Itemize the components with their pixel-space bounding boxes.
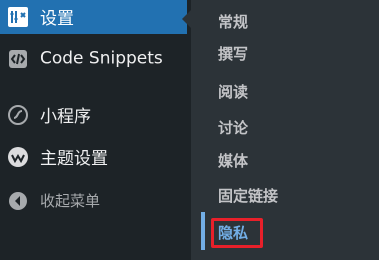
menu-label-settings: 设置	[40, 9, 74, 29]
collapse-icon	[9, 192, 27, 210]
menu-item-theme-settings[interactable]: 主题设置	[0, 140, 187, 174]
menu-label-theme-settings: 主题设置	[40, 149, 108, 169]
submenu-label-general: 常规	[218, 13, 249, 32]
admin-sidebar: 设置 Code Snippets 小程序 主题设置 收起菜单	[0, 0, 191, 260]
submenu-item-discussion[interactable]: 讨论	[191, 113, 379, 143]
settings-icon	[8, 7, 28, 27]
privacy-highlight-box	[211, 218, 263, 248]
menu-label-collapse: 收起菜单	[40, 192, 101, 211]
menu-item-code-snippets[interactable]: Code Snippets	[0, 42, 187, 76]
submenu-label-permalinks: 固定链接	[218, 187, 279, 206]
code-snippets-icon	[9, 50, 27, 68]
mini-program-icon	[8, 105, 28, 125]
submenu-label-reading: 阅读	[218, 83, 249, 102]
menu-label-code-snippets: Code Snippets	[40, 48, 163, 69]
settings-submenu: 常规 撰写 阅读 讨论 媒体 固定链接 隐私	[191, 0, 379, 260]
submenu-pointer	[182, 10, 191, 28]
submenu-item-media[interactable]: 媒体	[191, 146, 379, 176]
menu-item-mini-program[interactable]: 小程序	[0, 98, 187, 132]
submenu-item-permalinks[interactable]: 固定链接	[191, 181, 379, 211]
menu-label-mini-program: 小程序	[40, 107, 91, 127]
submenu-label-discussion: 讨论	[218, 119, 249, 138]
submenu-item-writing[interactable]: 撰写	[191, 39, 379, 69]
theme-settings-icon	[8, 147, 28, 167]
submenu-item-reading[interactable]: 阅读	[191, 77, 379, 107]
submenu-item-general[interactable]: 常规	[191, 7, 379, 37]
menu-item-settings[interactable]: 设置	[0, 0, 187, 34]
submenu-label-media: 媒体	[218, 152, 249, 171]
collapse-menu-button[interactable]: 收起菜单	[0, 184, 187, 218]
submenu-label-writing: 撰写	[218, 45, 249, 64]
